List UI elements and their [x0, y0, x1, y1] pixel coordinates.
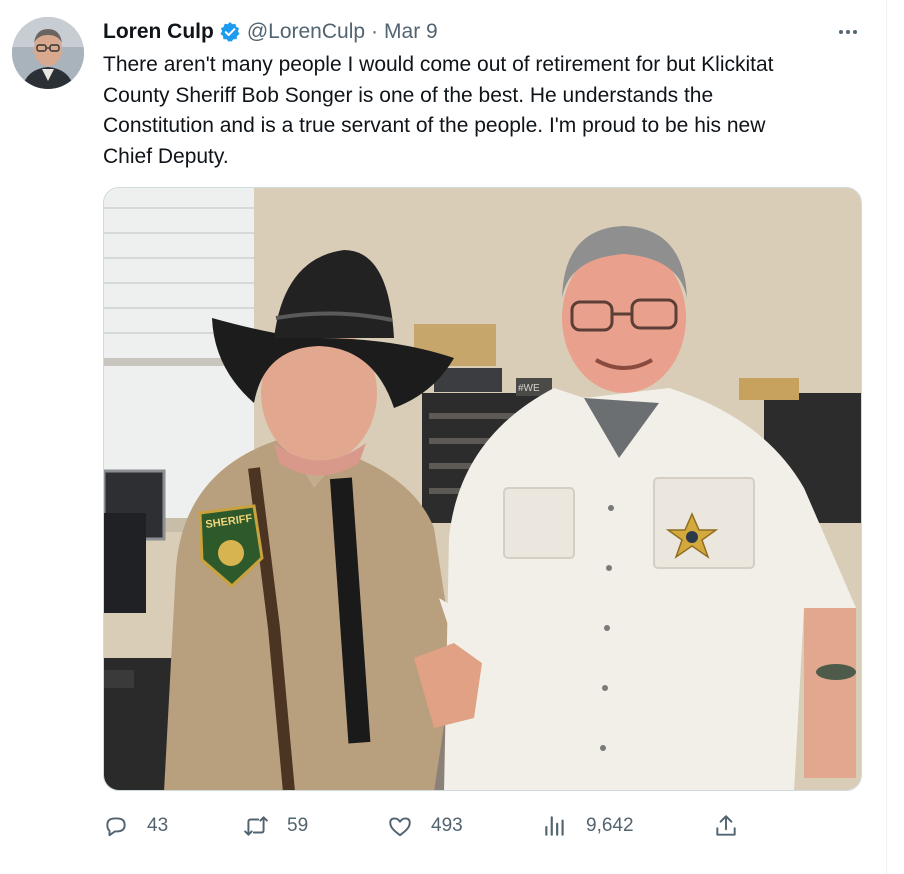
- avatar[interactable]: [12, 17, 84, 89]
- view-count: 9,642: [586, 815, 634, 836]
- repost-icon: [244, 816, 268, 836]
- share-button[interactable]: [713, 808, 739, 844]
- action-bar: 43 59 493 9,642: [103, 808, 863, 844]
- like-button[interactable]: 493: [387, 808, 463, 844]
- tweet-text: There aren't many people I would come ou…: [103, 53, 774, 168]
- tweet-photo[interactable]: SHERIFF #WE: [103, 187, 862, 791]
- verified-badge-icon: [219, 21, 241, 43]
- views-icon: [545, 816, 564, 836]
- reply-button[interactable]: 43: [103, 808, 168, 844]
- display-name[interactable]: Loren Culp: [103, 20, 214, 44]
- timeline-divider: [886, 0, 887, 874]
- timestamp[interactable]: Mar 9: [384, 20, 438, 44]
- shelf-sign-text: #WE: [518, 383, 540, 394]
- separator-dot: ·: [371, 20, 379, 43]
- reply-count: 43: [147, 815, 169, 836]
- reply-icon: [106, 817, 126, 837]
- tweet-header: Loren Culp @LorenCulp · Mar 9: [103, 18, 438, 46]
- tweet-card[interactable]: Loren Culp @LorenCulp · Mar 9 There aren…: [0, 0, 886, 874]
- share-icon: [716, 815, 736, 836]
- like-count: 493: [431, 815, 463, 836]
- avatar-image: [12, 17, 84, 89]
- more-button[interactable]: [833, 20, 863, 44]
- repost-button[interactable]: 59: [243, 808, 308, 844]
- heart-icon: [389, 817, 411, 837]
- more-icon: [839, 30, 857, 34]
- repost-count: 59: [287, 815, 309, 836]
- views-button[interactable]: 9,642: [542, 808, 634, 844]
- photo-image: SHERIFF #WE: [104, 188, 861, 790]
- handle[interactable]: @LorenCulp: [247, 20, 365, 44]
